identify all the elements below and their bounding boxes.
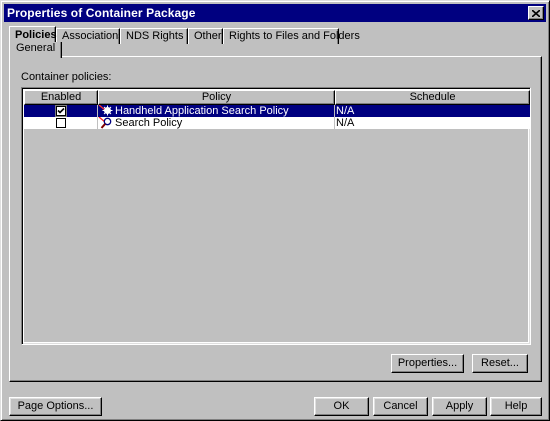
enabled-checkbox[interactable] (56, 118, 66, 128)
schedule-cell: N/A (336, 105, 355, 117)
properties-dialog: Properties of Container Package Policies… (0, 0, 550, 421)
close-icon (532, 9, 540, 17)
properties-button[interactable]: Properties... (391, 354, 464, 373)
enabled-checkbox[interactable] (55, 105, 67, 117)
cancel-button-label: Cancel (383, 400, 418, 412)
handheld-policy-icon (98, 105, 113, 116)
enabled-cell (24, 105, 98, 117)
properties-button-label: Properties... (397, 357, 458, 369)
reset-button-label: Reset... (481, 357, 519, 369)
tab-nds-rights-label: NDS Rights (126, 30, 184, 42)
policy-name: Search Policy (115, 117, 183, 129)
ok-button[interactable]: OK (314, 397, 369, 416)
close-button[interactable] (528, 6, 544, 20)
tab-policies-label: Policies (15, 29, 57, 41)
column-header-policy[interactable]: Policy (98, 90, 335, 105)
page-options-label: Page Options... (17, 400, 94, 412)
schedule-cell: N/A (336, 117, 355, 129)
enabled-cell (24, 117, 98, 129)
tab-nds-rights[interactable]: NDS Rights (120, 28, 198, 44)
policy-cell: Handheld Application Search Policy (98, 105, 335, 117)
ok-button-label: OK (333, 400, 350, 412)
tab-other[interactable]: Other (188, 28, 223, 44)
subtab-general-label: General (16, 42, 56, 54)
policy-cell: Search Policy (98, 117, 335, 129)
tab-associations-label: Associations (62, 30, 124, 42)
tab-rights-to-files-and-folders[interactable]: Rights to Files and Folders (223, 28, 360, 44)
container-policies-label: Container policies: (21, 71, 112, 83)
tab-rights-label: Rights to Files and Folders (229, 30, 360, 42)
help-button-label: Help (504, 400, 528, 412)
subtab-general[interactable]: General (9, 42, 63, 58)
column-header-enabled[interactable]: Enabled (24, 90, 98, 105)
tab-other-label: Other (194, 30, 222, 42)
table-row[interactable]: Search Policy N/A (24, 117, 530, 129)
list-header: Enabled Policy Schedule (24, 90, 530, 105)
apply-button[interactable]: Apply (432, 397, 487, 416)
tab-associations[interactable]: Associations (56, 28, 124, 44)
page-options-button[interactable]: Page Options... (9, 397, 102, 416)
search-policy-icon (98, 117, 112, 129)
tab-panel: Container policies: Enabled Policy Sched… (9, 56, 542, 382)
table-row[interactable]: Handheld Application Search Policy N/A (24, 105, 530, 117)
apply-button-label: Apply (445, 400, 474, 412)
checkmark-icon (57, 107, 65, 114)
policy-name: Handheld Application Search Policy (115, 105, 289, 117)
column-header-schedule[interactable]: Schedule (335, 90, 530, 105)
list-body: Enabled Policy Schedule Handheld Applica… (24, 90, 530, 342)
title-bar[interactable]: Properties of Container Package (4, 4, 546, 22)
cancel-button[interactable]: Cancel (373, 397, 428, 416)
window-title: Properties of Container Package (7, 6, 196, 20)
reset-button[interactable]: Reset... (472, 354, 528, 373)
policies-list[interactable]: Enabled Policy Schedule Handheld Applica… (21, 87, 531, 345)
help-button[interactable]: Help (490, 397, 542, 416)
